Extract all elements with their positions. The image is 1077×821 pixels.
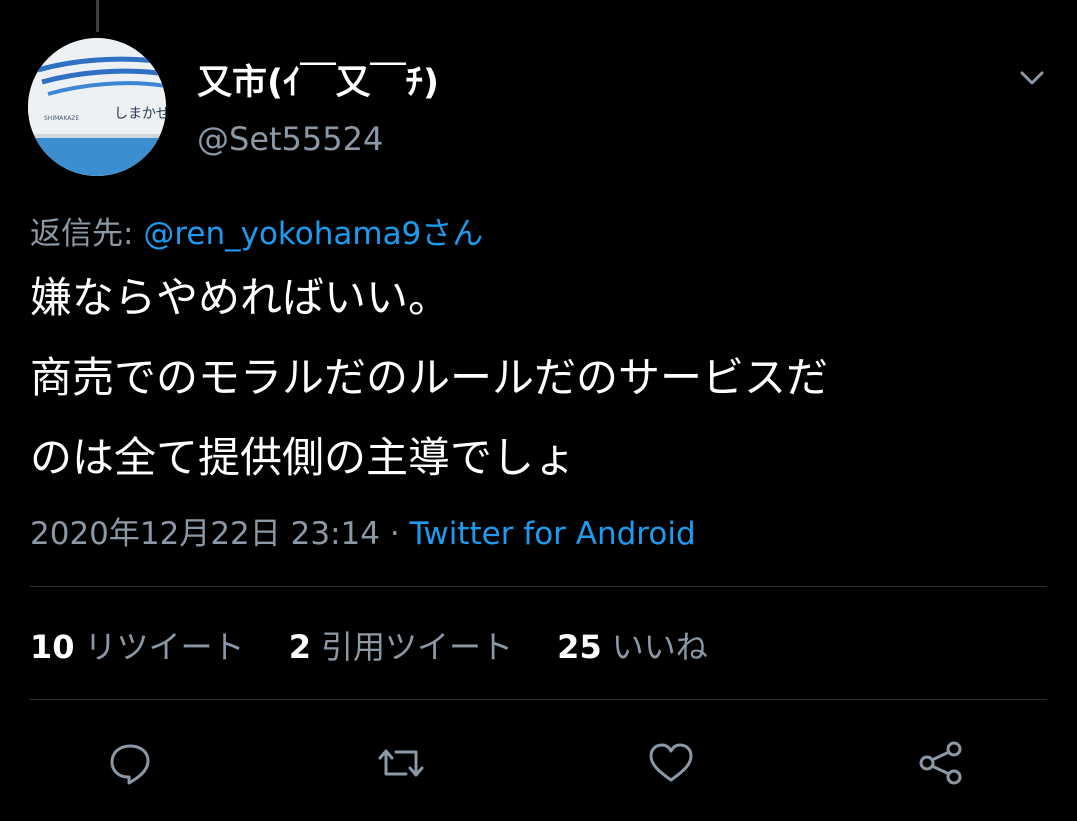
quote-stat[interactable]: 2 引用ツイート — [289, 628, 513, 666]
retweet-count: 10 — [30, 628, 75, 666]
like-stat[interactable]: 25 いいね — [557, 628, 708, 666]
divider — [30, 699, 1047, 700]
reply-icon — [110, 744, 150, 785]
tweet-meta: 2020年12月22日 23:14 · Twitter for Android — [30, 508, 696, 553]
avatar-image: しまかぜ SHIMAKAZE — [28, 38, 166, 176]
quote-count: 2 — [288, 628, 311, 666]
retweet-label: リツイート — [84, 628, 245, 666]
user-handle[interactable]: @Set55524 — [197, 120, 383, 158]
like-label: いいね — [611, 628, 708, 666]
share-icon — [919, 741, 962, 785]
reply-mention-link[interactable]: @ren_yokohama9 — [143, 216, 421, 252]
avatar[interactable]: しまかぜ SHIMAKAZE — [28, 38, 166, 176]
reply-to-line: 返信先: @ren_yokohama9さん — [30, 208, 483, 253]
heart-icon — [649, 743, 693, 782]
retweet-icon — [378, 749, 424, 777]
tweet-line: 嫌ならやめればいい。 — [30, 273, 451, 322]
share-button[interactable] — [916, 738, 966, 788]
reply-prefix: 返信先: — [30, 216, 144, 252]
meta-separator: · — [379, 516, 410, 552]
tweet-line: 商売でのモラルだのルールだのサービスだ — [30, 353, 829, 402]
tweet-timestamp[interactable]: 2020年12月22日 23:14 — [30, 516, 380, 552]
retweet-stat[interactable]: 10 リツイート — [30, 628, 245, 666]
like-count: 25 — [557, 628, 602, 666]
reply-honorific[interactable]: さん — [421, 216, 483, 252]
tweet-line: のは全て提供側の主導でしょ — [30, 433, 577, 482]
quote-label: 引用ツイート — [320, 628, 513, 666]
retweet-button[interactable] — [376, 738, 426, 788]
tweet-text: 嫌ならやめればいい。 商売でのモラルだのルールだのサービスだ のは全て提供側の主… — [30, 258, 1060, 498]
reply-button[interactable] — [105, 738, 155, 788]
like-button[interactable] — [646, 738, 696, 788]
divider — [30, 586, 1047, 587]
tweet-source-link[interactable]: Twitter for Android — [410, 516, 696, 552]
svg-text:しまかぜ: しまかぜ — [114, 106, 166, 122]
thread-connector-line — [96, 0, 99, 32]
tweet-stats: 10 リツイート 2 引用ツイート 25 いいね — [30, 622, 742, 668]
chevron-down-icon[interactable] — [1012, 58, 1052, 98]
display-name[interactable]: 又市(ｲ￣又￣ﾁ) — [197, 54, 439, 105]
svg-text:SHIMAKAZE: SHIMAKAZE — [44, 115, 79, 122]
